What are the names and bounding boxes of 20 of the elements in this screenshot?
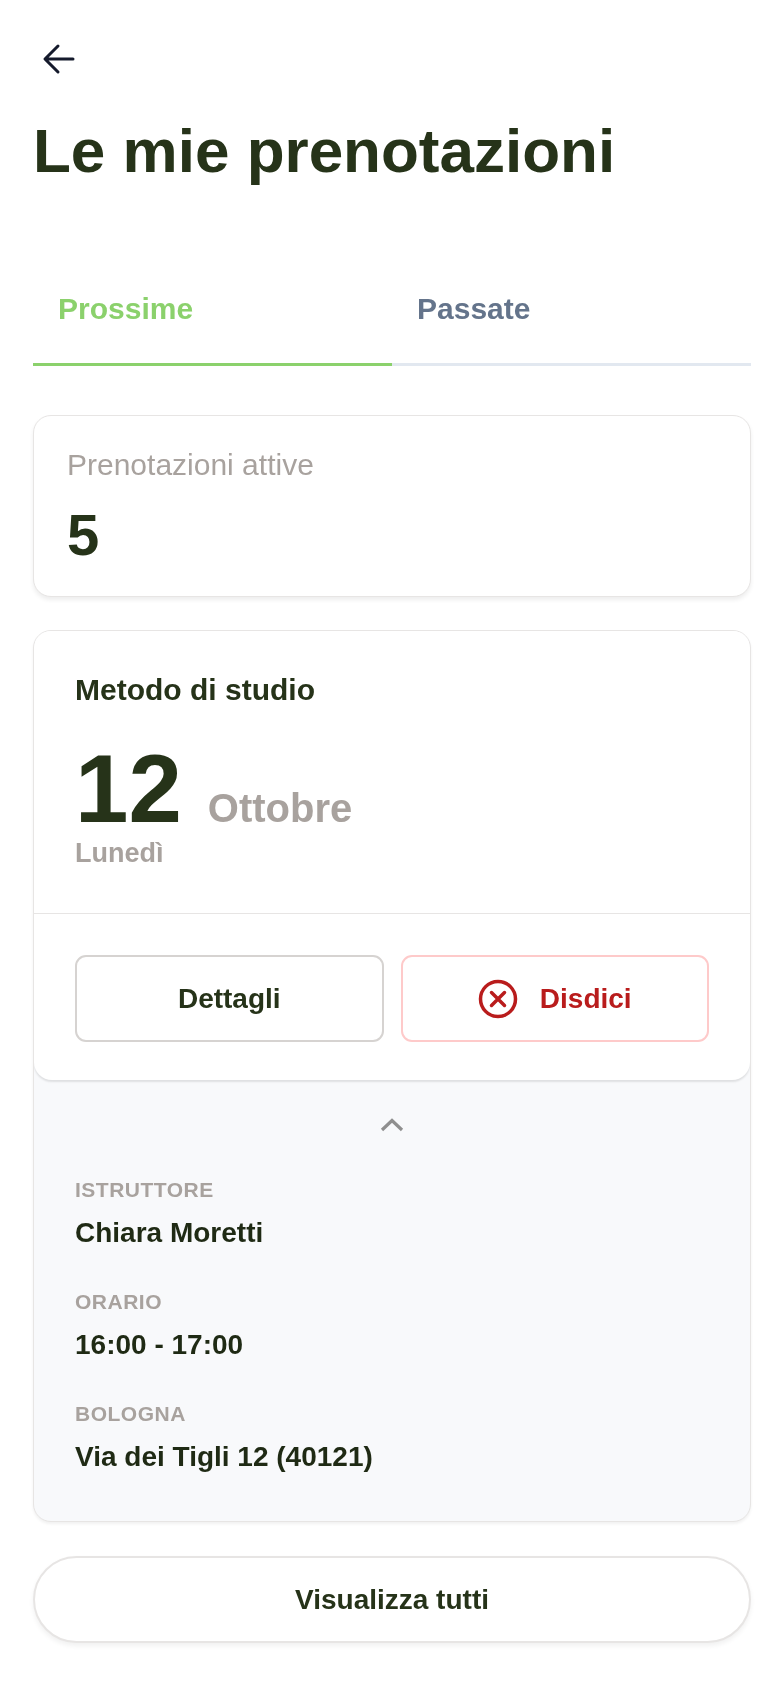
month-label: Ottobre — [207, 785, 353, 833]
detail-label: ISTRUTTORE — [75, 1177, 215, 1203]
detail-label: BOLOGNA — [75, 1401, 187, 1427]
detail-value: Chiara Moretti — [75, 1216, 265, 1251]
course-title: Metodo di studio — [75, 672, 316, 709]
arrow-left-icon[interactable] — [42, 42, 76, 76]
detail-value: 16:00 - 17:00 — [75, 1328, 245, 1363]
chevron-up-icon[interactable] — [380, 1118, 404, 1133]
tab[interactable]: Passate — [392, 271, 751, 367]
x-circle-icon — [477, 978, 518, 1019]
detail-label: ORARIO — [75, 1289, 163, 1315]
cancel-button[interactable]: Disdici — [400, 955, 709, 1043]
stat-value: 5 — [67, 506, 101, 565]
stat-label: Prenotazioni attive — [67, 447, 315, 484]
view-all-button[interactable]: Visualizza tutti — [33, 1556, 751, 1644]
detail-value: Via dei Tigli 12 (40121) — [75, 1440, 374, 1475]
page-title: Le mie prenotazioni — [33, 115, 617, 187]
day-number: 12 — [75, 741, 182, 838]
details-button[interactable]: Dettagli — [75, 955, 384, 1043]
weekday-label: Lunedì — [75, 837, 165, 870]
